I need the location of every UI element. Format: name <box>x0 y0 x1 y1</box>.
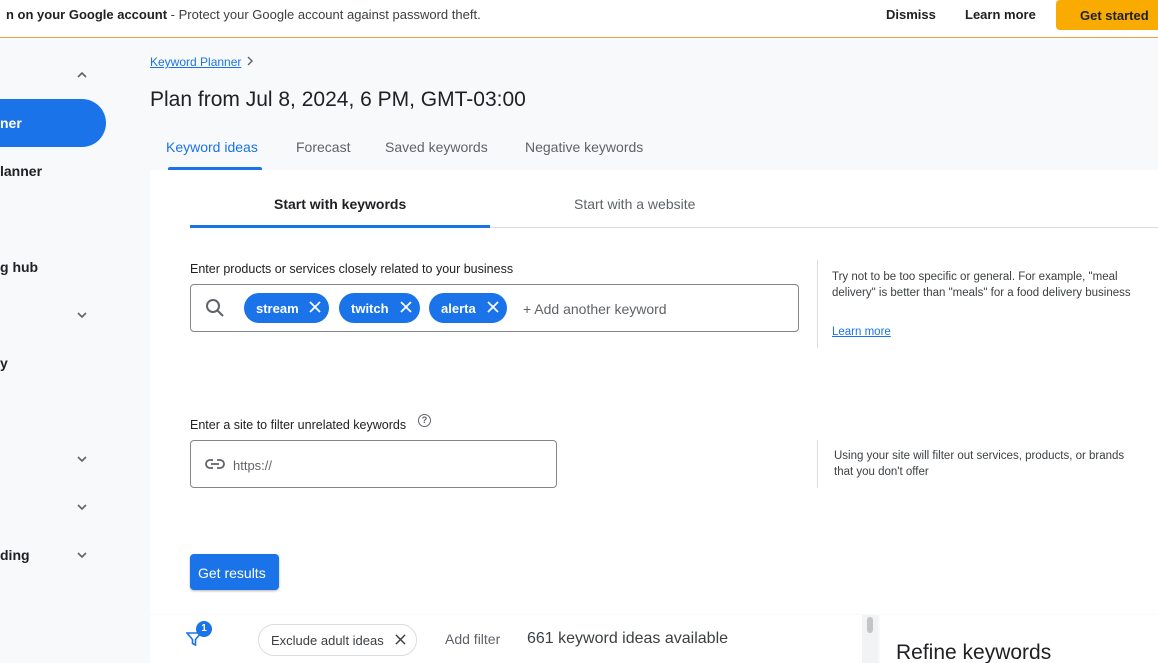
get-results-button[interactable]: Get results <box>190 554 279 590</box>
divider <box>817 260 818 348</box>
tab-negative-keywords[interactable]: Negative keywords <box>525 139 643 155</box>
scrollbar[interactable] <box>862 615 878 663</box>
sidebar-item-hub[interactable]: g hub <box>0 259 38 275</box>
search-icon <box>206 299 224 317</box>
results-toolbar: 1 Exclude adult ideas Add filter 661 key… <box>150 615 878 663</box>
banner-message: n on your Google account - Protect your … <box>6 7 481 22</box>
keyword-chip[interactable]: twitch <box>339 293 420 323</box>
tab-saved-keywords[interactable]: Saved keywords <box>385 139 488 155</box>
divider <box>817 440 818 488</box>
site-url-input[interactable]: https:// <box>190 440 557 488</box>
keyword-input[interactable]: stream twitch alerta + Add another keywo… <box>190 284 799 332</box>
close-icon[interactable] <box>400 301 412 313</box>
breadcrumb-keyword-planner[interactable]: Keyword Planner <box>150 55 241 69</box>
chevron-up-icon[interactable] <box>76 69 88 81</box>
tab-keyword-ideas[interactable]: Keyword ideas <box>166 139 258 155</box>
active-subtab-indicator <box>190 225 490 228</box>
close-icon[interactable] <box>395 634 406 645</box>
subtab-start-with-website[interactable]: Start with a website <box>574 196 695 212</box>
scrollbar-thumb[interactable] <box>867 617 873 633</box>
chevron-down-icon[interactable] <box>76 453 88 465</box>
page-title: Plan from Jul 8, 2024, 6 PM, GMT-03:00 <box>150 88 526 111</box>
chevron-down-icon[interactable] <box>76 309 88 321</box>
subtab-start-with-keywords[interactable]: Start with keywords <box>274 196 406 212</box>
sidebar-item-ding[interactable]: ding <box>0 547 30 563</box>
site-tip: Using your site will filter out services… <box>834 450 1125 478</box>
help-icon[interactable]: ? <box>418 414 431 427</box>
chevron-down-icon[interactable] <box>76 549 88 561</box>
keywords-label: Enter products or services closely relat… <box>190 262 514 276</box>
refine-keywords-title: Refine keywords <box>896 641 1052 663</box>
sidebar: ner lanner g hub y ding <box>0 38 150 663</box>
sidebar-item-performance-planner[interactable]: lanner <box>0 163 42 179</box>
subtab-bar: Start with keywords Start with a website <box>190 170 1158 228</box>
close-icon[interactable] <box>487 301 499 313</box>
site-filter-label: Enter a site to filter unrelated keyword… <box>190 418 407 432</box>
keyword-ideas-panel: Start with keywords Start with a website… <box>150 170 1158 614</box>
exclude-adult-ideas-chip[interactable]: Exclude adult ideas <box>258 624 417 656</box>
filter-count-badge: 1 <box>196 621 212 637</box>
chevron-down-icon[interactable] <box>76 501 88 513</box>
close-icon[interactable] <box>309 301 321 313</box>
keyword-ideas-count: 661 keyword ideas available <box>527 630 729 647</box>
chevron-right-icon <box>247 56 253 66</box>
keywords-tip: Try not to be too specific or general. F… <box>832 271 1131 299</box>
dismiss-button[interactable]: Dismiss <box>886 7 936 22</box>
learn-more-link[interactable]: Learn more <box>832 326 891 338</box>
keyword-chip[interactable]: stream <box>244 293 329 323</box>
learn-more-button[interactable]: Learn more <box>965 7 1036 22</box>
sidebar-item-y[interactable]: y <box>0 355 8 371</box>
tab-forecast[interactable]: Forecast <box>296 139 350 155</box>
keyword-chip[interactable]: alerta <box>429 293 507 323</box>
notification-banner: n on your Google account - Protect your … <box>0 0 1158 38</box>
sidebar-item-keyword-planner[interactable]: ner <box>0 99 106 147</box>
add-keyword-placeholder[interactable]: + Add another keyword <box>523 301 667 317</box>
get-started-button[interactable]: Get started <box>1056 0 1158 30</box>
site-url-placeholder: https:// <box>233 458 273 473</box>
refine-keywords-panel: Refine keywords <box>880 615 1158 663</box>
link-icon <box>205 459 225 469</box>
add-filter-button[interactable]: Add filter <box>445 631 500 647</box>
